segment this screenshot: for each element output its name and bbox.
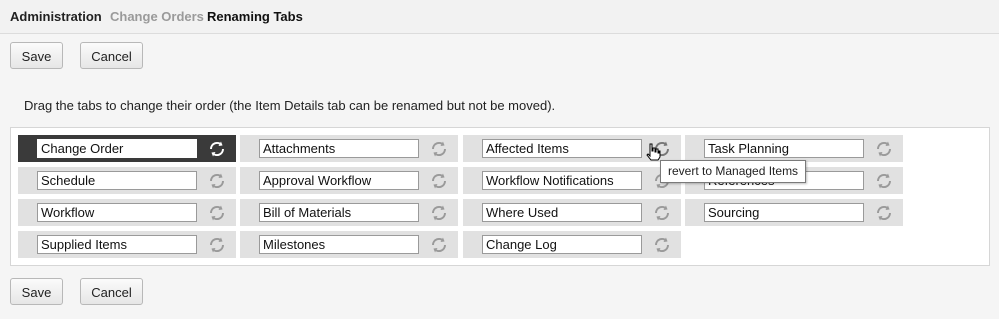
refresh-icon[interactable] (208, 172, 226, 190)
cancel-button-bottom[interactable]: Cancel (80, 278, 143, 305)
refresh-icon[interactable] (208, 204, 226, 222)
refresh-icon[interactable] (875, 204, 893, 222)
refresh-icon[interactable] (430, 236, 448, 254)
tab-name-input[interactable]: Bill of Materials (259, 203, 419, 222)
tab-name-input[interactable]: Supplied Items (37, 235, 197, 254)
tab-item-change-order[interactable]: Change Order (18, 135, 236, 162)
breadcrumb-renaming-tabs: Renaming Tabs (207, 9, 303, 24)
breadcrumb-change-orders[interactable]: Change Orders (110, 9, 204, 24)
tab-name-input[interactable]: Workflow Notifications (482, 171, 642, 190)
hand-cursor-icon (646, 143, 661, 161)
tab-name-input[interactable]: Affected Items (482, 139, 642, 158)
refresh-icon[interactable] (653, 204, 671, 222)
revert-tooltip: revert to Managed Items (660, 160, 806, 183)
tab-item-supplied-items[interactable]: Supplied Items (18, 231, 236, 258)
cancel-button[interactable]: Cancel (80, 42, 143, 69)
tab-item-milestones[interactable]: Milestones (240, 231, 458, 258)
tab-name-input[interactable]: Change Log (482, 235, 642, 254)
refresh-icon[interactable] (208, 140, 226, 158)
tab-name-input[interactable]: Approval Workflow (259, 171, 419, 190)
tab-item-workflow[interactable]: Workflow (18, 199, 236, 226)
save-button[interactable]: Save (10, 42, 63, 69)
tab-item-change-log[interactable]: Change Log (463, 231, 681, 258)
tab-item-sourcing[interactable]: Sourcing (685, 199, 903, 226)
tab-name-input[interactable]: Change Order (37, 139, 197, 158)
tab-item-approval-workflow[interactable]: Approval Workflow (240, 167, 458, 194)
tab-item-task-planning[interactable]: Task Planning (685, 135, 903, 162)
refresh-icon[interactable] (875, 172, 893, 190)
refresh-icon[interactable] (875, 140, 893, 158)
tab-name-input[interactable]: Attachments (259, 139, 419, 158)
refresh-icon[interactable] (430, 172, 448, 190)
refresh-icon[interactable] (653, 236, 671, 254)
instructions-text: Drag the tabs to change their order (the… (24, 98, 556, 113)
tab-name-input[interactable]: Sourcing (704, 203, 864, 222)
breadcrumb: Administration Change Orders Renaming Ta… (0, 0, 999, 34)
tab-item-attachments[interactable]: Attachments (240, 135, 458, 162)
tab-name-input[interactable]: Milestones (259, 235, 419, 254)
refresh-icon[interactable] (208, 236, 226, 254)
save-button-bottom[interactable]: Save (10, 278, 63, 305)
tab-name-input[interactable]: Workflow (37, 203, 197, 222)
refresh-icon[interactable] (430, 140, 448, 158)
tab-item-schedule[interactable]: Schedule (18, 167, 236, 194)
tab-name-input[interactable]: Schedule (37, 171, 197, 190)
tab-name-input[interactable]: Where Used (482, 203, 642, 222)
tab-item-workflow-notifications[interactable]: Workflow Notifications (463, 167, 681, 194)
tab-item-bill-of-materials[interactable]: Bill of Materials (240, 199, 458, 226)
breadcrumb-administration[interactable]: Administration (10, 9, 102, 24)
tabs-panel: Change Order Schedule Workflow Supplied … (10, 127, 990, 266)
refresh-icon[interactable] (430, 204, 448, 222)
tab-name-input[interactable]: Task Planning (704, 139, 864, 158)
tab-item-where-used[interactable]: Where Used (463, 199, 681, 226)
